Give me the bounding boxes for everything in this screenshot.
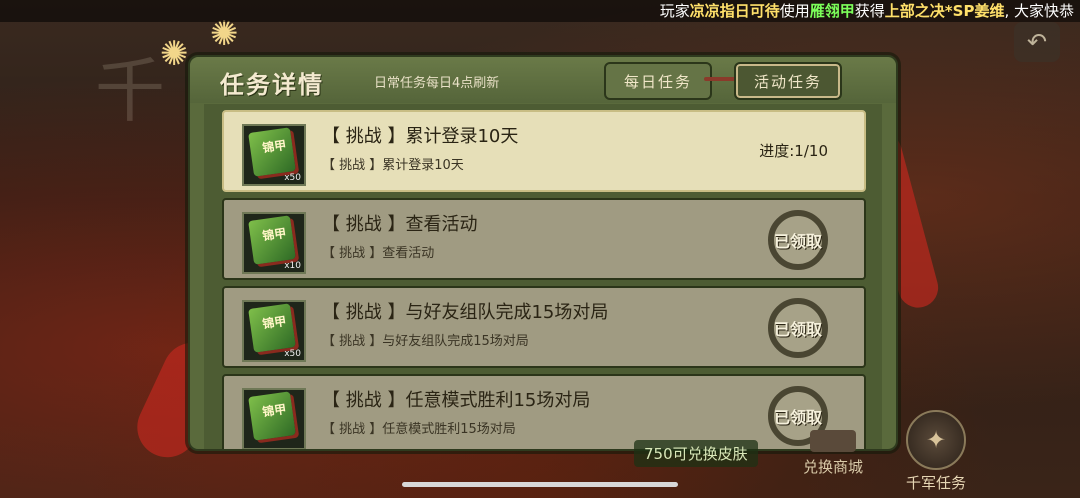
background-calligraphy: 千 xyxy=(95,50,165,132)
reward-item[interactable]: 锦甲 x50 xyxy=(242,300,306,362)
scroll-icon: 锦甲 xyxy=(248,215,296,265)
scroll-icon: 锦甲 xyxy=(248,391,296,441)
task-row[interactable]: 锦甲 x10 【 挑战 】查看活动 【 挑战 】查看活动 已领取 xyxy=(222,198,866,280)
army-task-button[interactable]: ✦ 千军任务 xyxy=(898,410,974,493)
broadcast-ticker: 玩家凉凉指日可待使用雁翎甲获得上部之决*SP姜维, 大家快恭 xyxy=(0,0,1080,22)
task-list[interactable]: 锦甲 x50 【 挑战 】累计登录10天 【 挑战 】累计登录10天 进度:1/… xyxy=(204,104,882,449)
task-title: 【 挑战 】与好友组队完成15场对局 xyxy=(322,302,609,323)
task-description: 【 挑战 】查看活动 xyxy=(322,246,435,261)
panel-title: 任务详情 xyxy=(220,71,324,99)
reward-item[interactable]: 锦甲 xyxy=(242,388,306,449)
firework-icon: ✺ xyxy=(160,34,189,74)
reward-quantity: x50 xyxy=(284,349,301,359)
task-description: 【 挑战 】与好友组队完成15场对局 xyxy=(322,334,529,349)
scroll-icon: 锦甲 xyxy=(248,127,296,177)
ticker-reward: 上部之决*SP姜维 xyxy=(884,2,1005,20)
exchange-shop-button[interactable]: 兑换商城 xyxy=(796,430,870,477)
task-tabs: 每日任务 活动任务 xyxy=(604,62,842,100)
panel-header: 任务详情 日常任务每日4点刷新 每日任务 活动任务 xyxy=(190,57,896,103)
reward-label: 锦甲 xyxy=(261,138,288,156)
shop-icon xyxy=(810,430,856,452)
ticker-player: 凉凉指日可待 xyxy=(689,2,780,20)
army-label: 千军任务 xyxy=(905,474,966,492)
ticker-text: , 大家快恭 xyxy=(1004,2,1074,20)
task-title: 【 挑战 】查看活动 xyxy=(322,214,478,235)
reward-quantity: x10 xyxy=(284,261,301,271)
reward-label: 锦甲 xyxy=(261,402,288,420)
reward-item[interactable]: 锦甲 x50 xyxy=(242,124,306,186)
task-title: 【 挑战 】累计登录10天 xyxy=(322,126,519,147)
tab-daily-tasks[interactable]: 每日任务 xyxy=(604,62,712,100)
task-row[interactable]: 锦甲 x50 【 挑战 】与好友组队完成15场对局 【 挑战 】与好友组队完成1… xyxy=(222,286,866,368)
task-panel: 任务详情 日常任务每日4点刷新 每日任务 活动任务 锦甲 x50 【 挑战 】累… xyxy=(188,55,898,451)
tab-event-tasks[interactable]: 活动任务 xyxy=(734,62,842,100)
reward-item[interactable]: 锦甲 x10 xyxy=(242,212,306,274)
scroll-icon: 锦甲 xyxy=(248,303,296,353)
shop-label: 兑换商城 xyxy=(802,458,863,476)
task-row[interactable]: 锦甲 x50 【 挑战 】累计登录10天 【 挑战 】累计登录10天 进度:1/… xyxy=(222,110,866,192)
skin-coin-balance: 750可兑换皮肤 xyxy=(634,440,758,467)
ticker-text: 使用 xyxy=(779,2,810,20)
reward-quantity: x50 xyxy=(284,173,301,183)
reward-label: 锦甲 xyxy=(261,226,288,244)
claimed-badge: 已领取 xyxy=(768,210,828,270)
army-icon: ✦ xyxy=(906,410,966,470)
back-arrow-icon[interactable]: ↶ xyxy=(1014,22,1060,62)
home-indicator[interactable] xyxy=(402,482,678,487)
panel-subtitle: 日常任务每日4点刷新 xyxy=(374,76,500,91)
task-title: 【 挑战 】任意模式胜利15场对局 xyxy=(322,390,591,411)
task-description: 【 挑战 】任意模式胜利15场对局 xyxy=(322,422,516,437)
task-description: 【 挑战 】累计登录10天 xyxy=(322,158,464,173)
ticker-text: 获得 xyxy=(854,2,885,20)
task-row[interactable]: 锦甲 【 挑战 】任意模式胜利15场对局 【 挑战 】任意模式胜利15场对局 已… xyxy=(222,374,866,449)
ticker-item: 雁翎甲 xyxy=(809,2,855,20)
task-progress: 进度:1/10 xyxy=(759,142,828,160)
ticker-text: 玩家 xyxy=(659,2,690,20)
reward-label: 锦甲 xyxy=(261,314,288,332)
claimed-badge: 已领取 xyxy=(768,298,828,358)
